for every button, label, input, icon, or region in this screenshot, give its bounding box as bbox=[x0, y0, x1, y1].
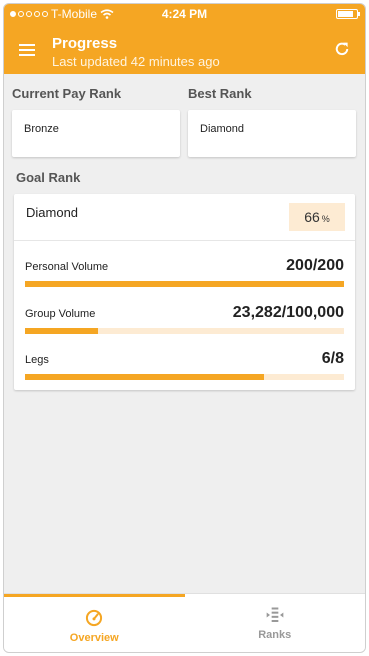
metric-personal-volume: Personal Volume 200/200 bbox=[25, 247, 344, 287]
best-rank-value: Diamond bbox=[200, 123, 245, 135]
progress-track bbox=[25, 328, 344, 334]
divider bbox=[14, 240, 355, 241]
metric-label: Group Volume bbox=[25, 308, 96, 320]
progress-fill bbox=[25, 374, 265, 380]
goal-percent-badge: 66% bbox=[289, 203, 345, 231]
menu-icon[interactable] bbox=[19, 44, 35, 56]
metric-value: 200/200 bbox=[286, 257, 344, 274]
status-bar: T-Mobile 4:24 PM bbox=[4, 4, 365, 24]
metric-value: 23,282/100,000 bbox=[232, 304, 344, 321]
progress-fill bbox=[25, 281, 344, 287]
page-title: Progress bbox=[52, 35, 118, 52]
goal-percent-unit: % bbox=[321, 214, 330, 224]
metric-value: 6/8 bbox=[321, 350, 344, 367]
progress-fill bbox=[25, 328, 99, 334]
tab-overview[interactable]: Overview bbox=[4, 594, 185, 652]
app-bar: Progress Last updated 42 minutes ago bbox=[4, 24, 365, 74]
current-pay-rank-card: Bronze bbox=[12, 110, 180, 157]
progress-track bbox=[25, 374, 344, 380]
current-pay-rank-value: Bronze bbox=[24, 123, 59, 135]
tab-ranks[interactable]: Ranks bbox=[185, 594, 366, 652]
best-rank-card: Diamond bbox=[188, 110, 356, 157]
ranks-icon bbox=[266, 607, 284, 622]
current-pay-rank-label: Current Pay Rank bbox=[12, 86, 122, 101]
tab-bar: Overview Ranks bbox=[4, 593, 365, 652]
metric-group-volume: Group Volume 23,282/100,000 bbox=[25, 294, 344, 334]
metric-legs: Legs 6/8 bbox=[25, 340, 344, 380]
goal-rank-card: Diamond 66% Personal Volume 200/200 Grou… bbox=[14, 194, 355, 390]
metric-label: Personal Volume bbox=[25, 261, 109, 273]
goal-rank-name: Diamond bbox=[26, 205, 79, 220]
battery-level bbox=[338, 11, 353, 17]
best-rank-label: Best Rank bbox=[188, 86, 252, 101]
goal-rank-label: Goal Rank bbox=[16, 170, 81, 185]
tab-label: Overview bbox=[69, 632, 119, 644]
tab-label: Ranks bbox=[258, 629, 292, 641]
metric-label: Legs bbox=[25, 354, 49, 366]
last-updated-text: Last updated 42 minutes ago bbox=[52, 54, 220, 69]
phone-frame: T-Mobile 4:24 PM Progress Last updated 4… bbox=[3, 3, 366, 653]
status-time: 4:24 PM bbox=[161, 7, 208, 21]
battery-icon bbox=[336, 9, 360, 19]
goal-percent-value: 66 bbox=[304, 209, 320, 225]
progress-track bbox=[25, 281, 344, 287]
refresh-icon[interactable] bbox=[333, 40, 351, 58]
speedometer-icon bbox=[86, 609, 103, 627]
